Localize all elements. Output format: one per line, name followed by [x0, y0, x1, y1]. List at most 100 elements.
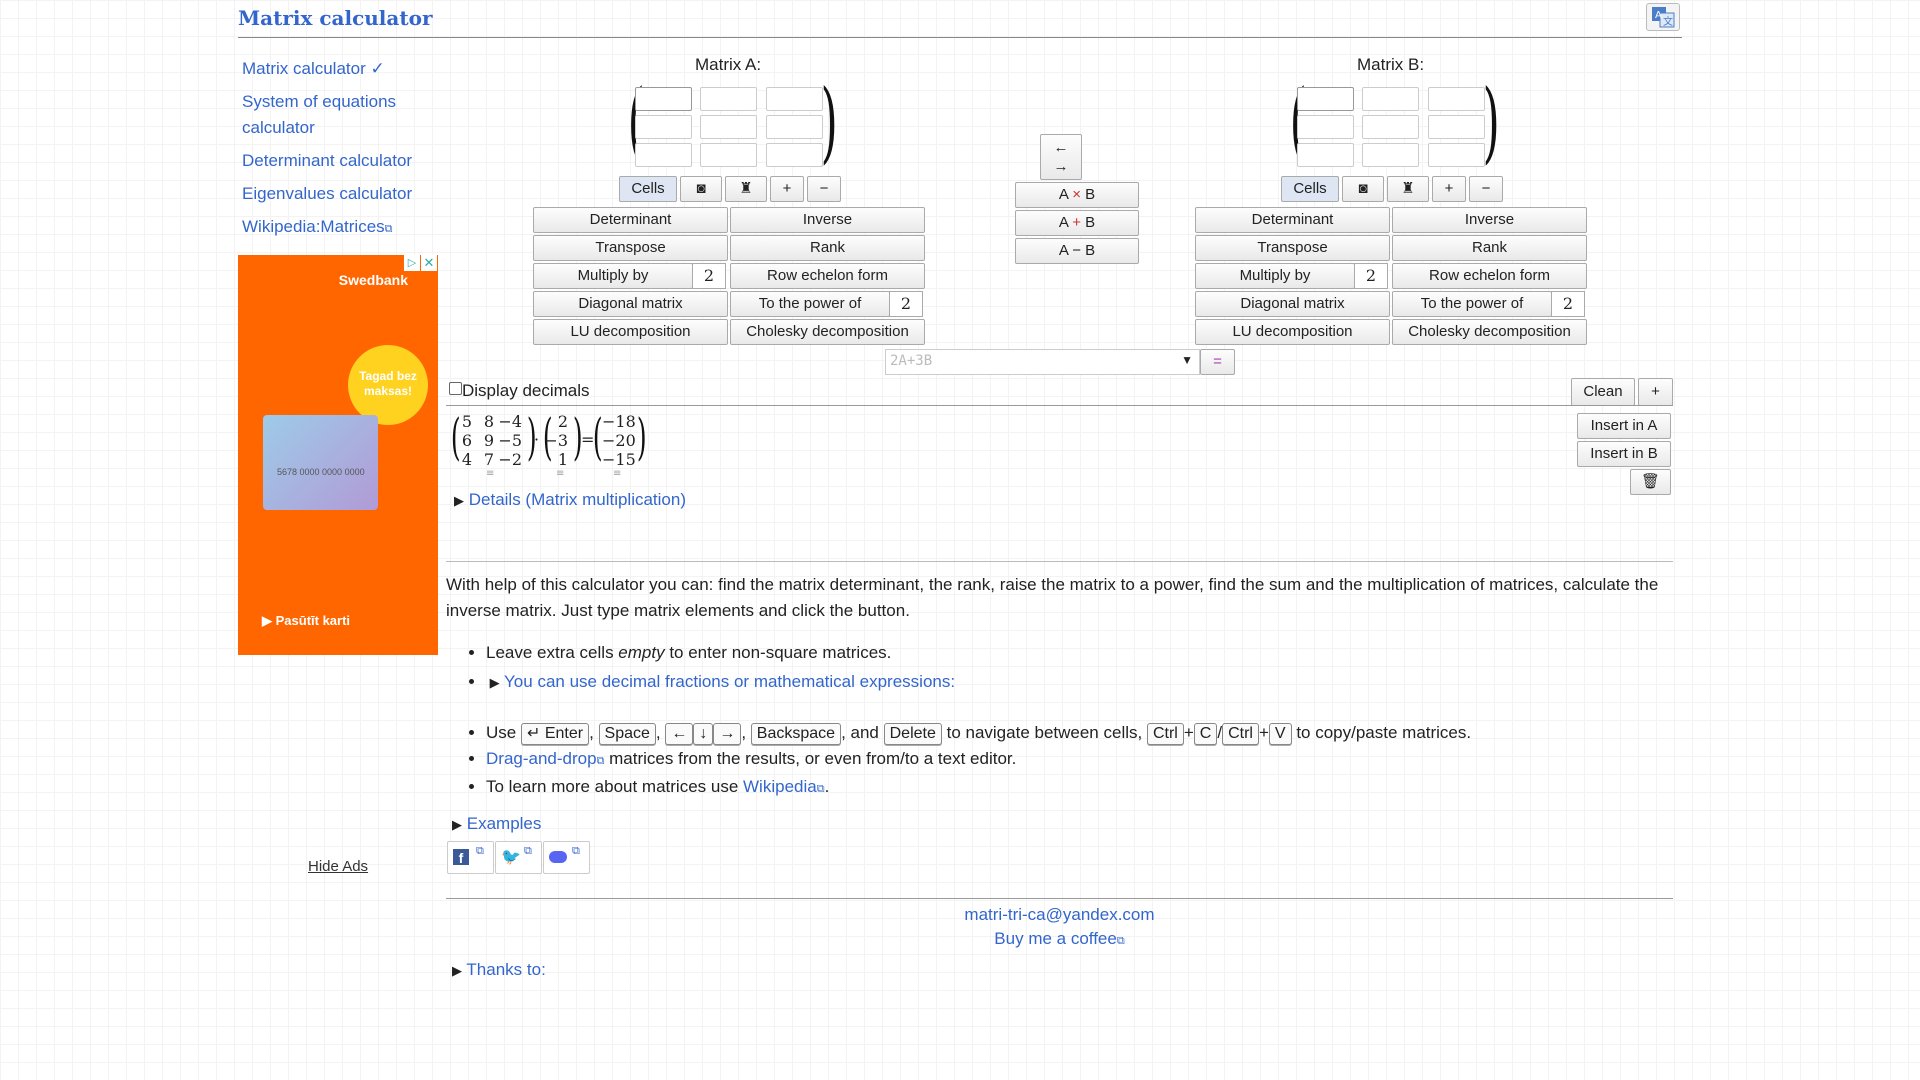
- external-link-icon: ⧉: [384, 223, 393, 235]
- buy-coffee-link[interactable]: Buy me a coffee⧉: [446, 929, 1673, 949]
- matrix-a-row-echelon-button[interactable]: Row echelon form: [730, 263, 925, 289]
- swap-button[interactable]: ← →: [1040, 134, 1082, 180]
- matrix-a-diagonal-button[interactable]: Diagonal matrix: [533, 291, 728, 317]
- share-discord-button[interactable]: ⧉: [543, 841, 590, 874]
- matrix-a-cholesky-button[interactable]: Cholesky decomposition: [730, 319, 925, 345]
- matrix-b-camera-button[interactable]: ◙: [1342, 176, 1384, 202]
- matrix-a-power-input[interactable]: 2: [889, 291, 923, 317]
- drag-and-drop-link[interactable]: Drag-and-drop: [486, 749, 597, 768]
- advertisement[interactable]: ▷ ✕ Swedbank Tagad bez maksas! 5678 0000…: [238, 255, 438, 655]
- matrix-a-clear-button[interactable]: ♜: [725, 176, 767, 202]
- matrix-a-cell[interactable]: [635, 87, 692, 111]
- drag-handle-icon[interactable]: ≡: [613, 468, 621, 479]
- matrix-a-rank-button[interactable]: Rank: [730, 235, 925, 261]
- matrix-b-multiply-button[interactable]: Multiply by: [1195, 263, 1355, 289]
- matrix-b-cholesky-button[interactable]: Cholesky decomposition: [1392, 319, 1587, 345]
- matrix-b-power-button[interactable]: To the power of: [1392, 291, 1552, 317]
- matrix-a-camera-button[interactable]: ◙: [680, 176, 722, 202]
- display-decimals-checkbox[interactable]: [449, 382, 462, 395]
- matrix-b-cell[interactable]: [1297, 115, 1354, 139]
- matrix-a-cell[interactable]: [700, 115, 757, 139]
- matrix-b-diagonal-button[interactable]: Diagonal matrix: [1195, 291, 1390, 317]
- footer-divider: [446, 898, 1673, 899]
- contact-email-link[interactable]: matri-tri-ca@yandex.com: [446, 905, 1673, 925]
- sidebar-item-eigenvalues[interactable]: Eigenvalues calculator: [242, 181, 412, 207]
- delete-result-button[interactable]: 🗑: [1630, 469, 1671, 495]
- expression-evaluate-button[interactable]: =: [1200, 349, 1235, 375]
- matrix-a-inverse-button[interactable]: Inverse: [730, 207, 925, 233]
- matrix-b-inverse-button[interactable]: Inverse: [1392, 207, 1587, 233]
- ad-cta[interactable]: ▶ Pasūtīt karti: [262, 613, 350, 629]
- a-times-b-button[interactable]: A × B: [1015, 182, 1139, 208]
- a-minus-b-button[interactable]: A − B: [1015, 238, 1139, 264]
- matrix-b-multiply-input[interactable]: 2: [1354, 263, 1388, 289]
- details-toggle[interactable]: ▶ Details (Matrix multiplication): [454, 490, 686, 510]
- dropdown-icon[interactable]: ▼: [1181, 353, 1193, 367]
- op-label: A: [1058, 186, 1069, 203]
- share-facebook-button[interactable]: f ⧉: [447, 841, 494, 874]
- result-cell: 8: [483, 412, 494, 431]
- ad-close-icon[interactable]: ✕: [421, 255, 437, 271]
- matrix-b-power-input[interactable]: 2: [1551, 291, 1585, 317]
- matrix-b-cell[interactable]: [1362, 115, 1419, 139]
- matrix-b-cell[interactable]: [1428, 115, 1485, 139]
- matrix-a-add-button[interactable]: +: [770, 176, 804, 202]
- expressions-toggle[interactable]: You can use decimal fractions or mathema…: [504, 672, 955, 691]
- sidebar-item-wikipedia[interactable]: Wikipedia:Matrices⧉: [242, 214, 412, 242]
- matrix-b-row-echelon-button[interactable]: Row echelon form: [1392, 263, 1587, 289]
- matrix-b-clear-button[interactable]: ♜: [1387, 176, 1429, 202]
- translate-button[interactable]: A 文: [1646, 3, 1680, 31]
- matrix-a-cell[interactable]: [766, 87, 823, 111]
- matrix-a-remove-button[interactable]: −: [807, 176, 841, 202]
- insert-in-a-button[interactable]: Insert in A: [1577, 413, 1671, 439]
- drag-handle-icon[interactable]: ≡: [486, 468, 494, 479]
- share-twitter-button[interactable]: 🐦 ⧉: [495, 841, 542, 874]
- drag-handle-icon[interactable]: ≡: [556, 468, 564, 479]
- clean-button[interactable]: Clean: [1571, 378, 1635, 406]
- matrix-a-cell[interactable]: [766, 115, 823, 139]
- matrix-b-add-button[interactable]: +: [1432, 176, 1466, 202]
- matrix-b-rank-button[interactable]: Rank: [1392, 235, 1587, 261]
- display-decimals-option[interactable]: Display decimals: [449, 381, 590, 401]
- matrix-a-power-button[interactable]: To the power of: [730, 291, 890, 317]
- matrix-a-cell[interactable]: [635, 143, 692, 167]
- matrix-b-remove-button[interactable]: −: [1469, 176, 1503, 202]
- list-item[interactable]: ▶ You can use decimal fractions or mathe…: [486, 669, 1671, 696]
- examples-toggle[interactable]: ▶ Examples: [452, 814, 541, 834]
- a-plus-b-button[interactable]: A + B: [1015, 210, 1139, 236]
- sidebar-item-system-of-equations[interactable]: System of equations calculator: [242, 89, 412, 141]
- matrix-b-cells-button[interactable]: Cells: [1281, 176, 1339, 202]
- matrix-b-determinant-button[interactable]: Determinant: [1195, 207, 1390, 233]
- key-space: Space: [598, 723, 656, 745]
- op-label: B: [1085, 214, 1096, 231]
- matrix-b-cell[interactable]: [1297, 87, 1354, 111]
- matrix-b-transpose-button[interactable]: Transpose: [1195, 235, 1390, 261]
- expression-input[interactable]: 2A+3B ▼: [885, 349, 1200, 375]
- matrix-b-cell[interactable]: [1297, 143, 1354, 167]
- matrix-a-determinant-button[interactable]: Determinant: [533, 207, 728, 233]
- matrix-a-lu-button[interactable]: LU decomposition: [533, 319, 728, 345]
- matrix-b-cell[interactable]: [1362, 87, 1419, 111]
- add-result-button[interactable]: +: [1638, 378, 1673, 406]
- matrix-a-cell[interactable]: [635, 115, 692, 139]
- matrix-a-cells-button[interactable]: Cells: [619, 176, 677, 202]
- sidebar-item-matrix-calculator[interactable]: Matrix calculator ✓: [242, 56, 412, 82]
- matrix-a-cell[interactable]: [700, 143, 757, 167]
- matrix-b-cell[interactable]: [1428, 143, 1485, 167]
- external-link-icon: ⧉: [816, 783, 825, 795]
- ad-choices-icon[interactable]: ▷: [404, 255, 420, 271]
- matrix-a-transpose-button[interactable]: Transpose: [533, 235, 728, 261]
- matrix-b-cell[interactable]: [1362, 143, 1419, 167]
- matrix-b-cell[interactable]: [1428, 87, 1485, 111]
- matrix-a-multiply-input[interactable]: 2: [692, 263, 726, 289]
- matrix-a-multiply-button[interactable]: Multiply by: [533, 263, 693, 289]
- wikipedia-link[interactable]: Wikipedia: [743, 777, 817, 796]
- matrix-b-lu-button[interactable]: LU decomposition: [1195, 319, 1390, 345]
- sidebar-item-determinant[interactable]: Determinant calculator: [242, 148, 412, 174]
- matrix-a-cell[interactable]: [700, 87, 757, 111]
- matrix-a-cell[interactable]: [766, 143, 823, 167]
- hide-ads-link[interactable]: Hide Ads: [308, 858, 368, 875]
- insert-in-b-button[interactable]: Insert in B: [1577, 441, 1671, 467]
- op-label: A: [1058, 214, 1069, 231]
- thanks-toggle[interactable]: ▶ Thanks to:: [452, 960, 546, 980]
